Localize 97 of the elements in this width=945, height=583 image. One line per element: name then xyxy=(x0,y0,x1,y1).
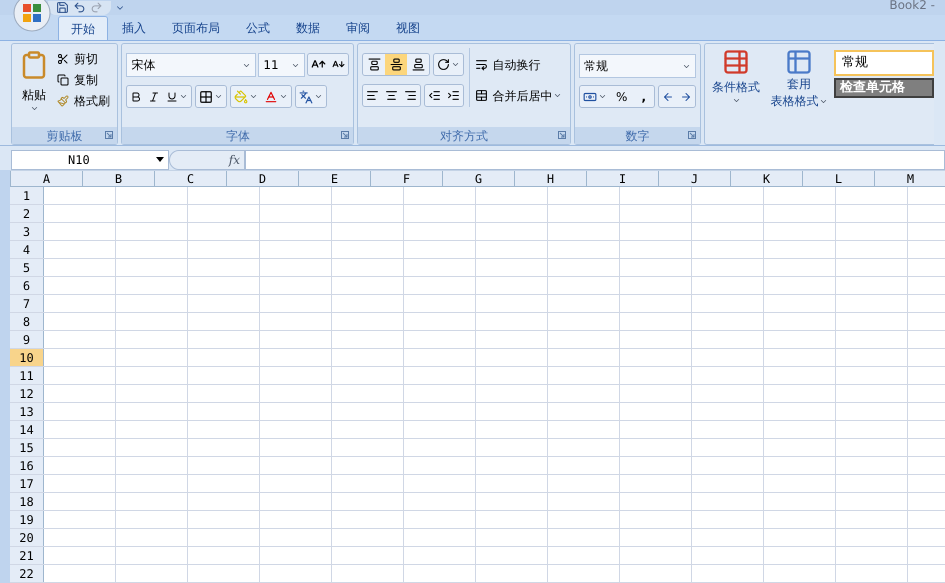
dialog-launcher-icon[interactable] xyxy=(558,131,566,140)
font-size-field[interactable]: 11 xyxy=(258,53,306,78)
row-header[interactable]: 13 xyxy=(10,403,44,420)
column-header[interactable]: A xyxy=(11,171,83,186)
align-icon xyxy=(368,58,381,72)
cell-style-check[interactable]: 检查单元格 xyxy=(834,78,934,98)
percent-button[interactable]: % xyxy=(610,86,634,108)
column-header[interactable]: J xyxy=(659,171,731,186)
undo-icon[interactable] xyxy=(73,1,86,14)
wrap-text-button[interactable]: 自动换行 xyxy=(472,54,566,76)
ribbon-tab[interactable]: 视图 xyxy=(384,16,432,40)
ribbon-tab[interactable]: 开始 xyxy=(58,16,108,40)
row-header[interactable]: 5 xyxy=(10,259,44,276)
insert-function-button[interactable]: fx xyxy=(169,150,245,170)
group-label: 字体 xyxy=(226,128,250,145)
align-center-icon xyxy=(385,89,398,102)
rotate-icon xyxy=(437,58,450,72)
column-header[interactable]: F xyxy=(371,171,443,186)
ribbon-tab[interactable]: 插入 xyxy=(110,16,158,40)
row-header[interactable]: 8 xyxy=(10,313,44,330)
table-icon xyxy=(785,48,813,76)
merge-center-button[interactable]: 合并后居中 xyxy=(472,85,566,106)
column-header[interactable]: C xyxy=(155,171,227,186)
row-header[interactable]: 15 xyxy=(10,439,44,456)
row-header[interactable]: 18 xyxy=(10,493,44,510)
group-label: 对齐方式 xyxy=(440,128,488,145)
row-header[interactable]: 2 xyxy=(10,205,44,222)
group-label: 数字 xyxy=(626,128,650,145)
row-header[interactable]: 10 xyxy=(10,349,44,366)
arrow-left-icon xyxy=(662,90,674,103)
row-header[interactable]: 19 xyxy=(10,511,44,528)
formula-field[interactable] xyxy=(245,150,945,170)
column-header[interactable]: M xyxy=(875,171,945,186)
clipboard-action-button[interactable]: 复制 xyxy=(54,69,113,90)
cell-style-normal[interactable]: 常规 xyxy=(834,50,934,76)
merge-cells-icon xyxy=(475,89,488,102)
phonetic-icon xyxy=(299,90,314,104)
column-header[interactable]: D xyxy=(227,171,299,186)
bold-icon xyxy=(130,90,142,103)
row-header[interactable]: 20 xyxy=(10,529,44,546)
row-header[interactable]: 1 xyxy=(10,187,44,204)
align-icon xyxy=(390,58,403,72)
increase-indent-icon xyxy=(447,89,460,102)
column-header[interactable]: I xyxy=(587,171,659,186)
decrease-indent-icon xyxy=(428,89,442,102)
arrow-right-icon xyxy=(680,90,692,103)
paste-button[interactable]: 粘贴 xyxy=(16,48,52,114)
scissors-icon xyxy=(57,52,69,65)
font-color-icon xyxy=(264,90,278,104)
row-header[interactable]: 16 xyxy=(10,457,44,474)
align-left-icon xyxy=(366,89,380,102)
column-header[interactable]: B xyxy=(83,171,155,186)
copy-icon xyxy=(57,74,69,86)
row-header[interactable]: 4 xyxy=(10,241,44,258)
row-header[interactable]: 12 xyxy=(10,385,44,402)
row-header[interactable]: 9 xyxy=(10,331,44,348)
save-icon[interactable] xyxy=(56,1,69,14)
conditional-format-button[interactable]: 条件格式 xyxy=(708,48,764,144)
borders-icon xyxy=(199,90,214,104)
table-format-button[interactable]: 套用 表格格式 xyxy=(766,48,832,144)
paintbrush-icon xyxy=(57,94,69,107)
italic-icon xyxy=(148,90,160,103)
wrap-text-icon xyxy=(475,58,488,72)
paint-bucket-icon xyxy=(234,90,248,104)
row-header[interactable]: 7 xyxy=(10,295,44,312)
number-format-field[interactable]: 常规 xyxy=(579,54,696,78)
column-header[interactable]: G xyxy=(443,171,515,186)
row-header[interactable]: 3 xyxy=(10,223,44,240)
row-header[interactable]: 6 xyxy=(10,277,44,294)
align-right-icon xyxy=(404,89,418,102)
ribbon-tab[interactable]: 审阅 xyxy=(334,16,382,40)
dropdown-arrow-icon xyxy=(156,157,164,162)
comma-button[interactable]: , xyxy=(633,86,654,108)
table-icon xyxy=(722,48,750,76)
dialog-launcher-icon[interactable] xyxy=(341,131,350,140)
row-header[interactable]: 22 xyxy=(10,565,44,582)
ribbon-tab[interactable]: 数据 xyxy=(284,16,332,40)
ribbon-tab[interactable]: 公式 xyxy=(234,16,282,40)
vertical-align-button[interactable] xyxy=(385,54,408,76)
name-box[interactable]: N10 xyxy=(11,150,169,170)
column-header[interactable]: L xyxy=(803,171,875,186)
group-label: 剪贴板 xyxy=(46,128,83,145)
column-header[interactable]: H xyxy=(515,171,587,186)
clipboard-action-button[interactable]: 格式刷 xyxy=(54,90,113,112)
row-header[interactable]: 21 xyxy=(10,547,44,564)
dialog-launcher-icon[interactable] xyxy=(688,131,696,140)
column-header[interactable]: K xyxy=(731,171,803,186)
ribbon-tab[interactable]: 页面布局 xyxy=(160,16,232,40)
column-header[interactable]: E xyxy=(299,171,371,186)
clipboard-action-button[interactable]: 剪切 xyxy=(54,48,113,70)
align-icon xyxy=(412,58,425,72)
underline-icon xyxy=(166,90,178,103)
dialog-launcher-icon[interactable] xyxy=(105,131,114,140)
row-header[interactable]: 14 xyxy=(10,421,44,438)
row-header[interactable]: 11 xyxy=(10,367,44,384)
font-name-field[interactable]: 宋体 xyxy=(126,53,256,78)
row-header[interactable]: 17 xyxy=(10,475,44,492)
